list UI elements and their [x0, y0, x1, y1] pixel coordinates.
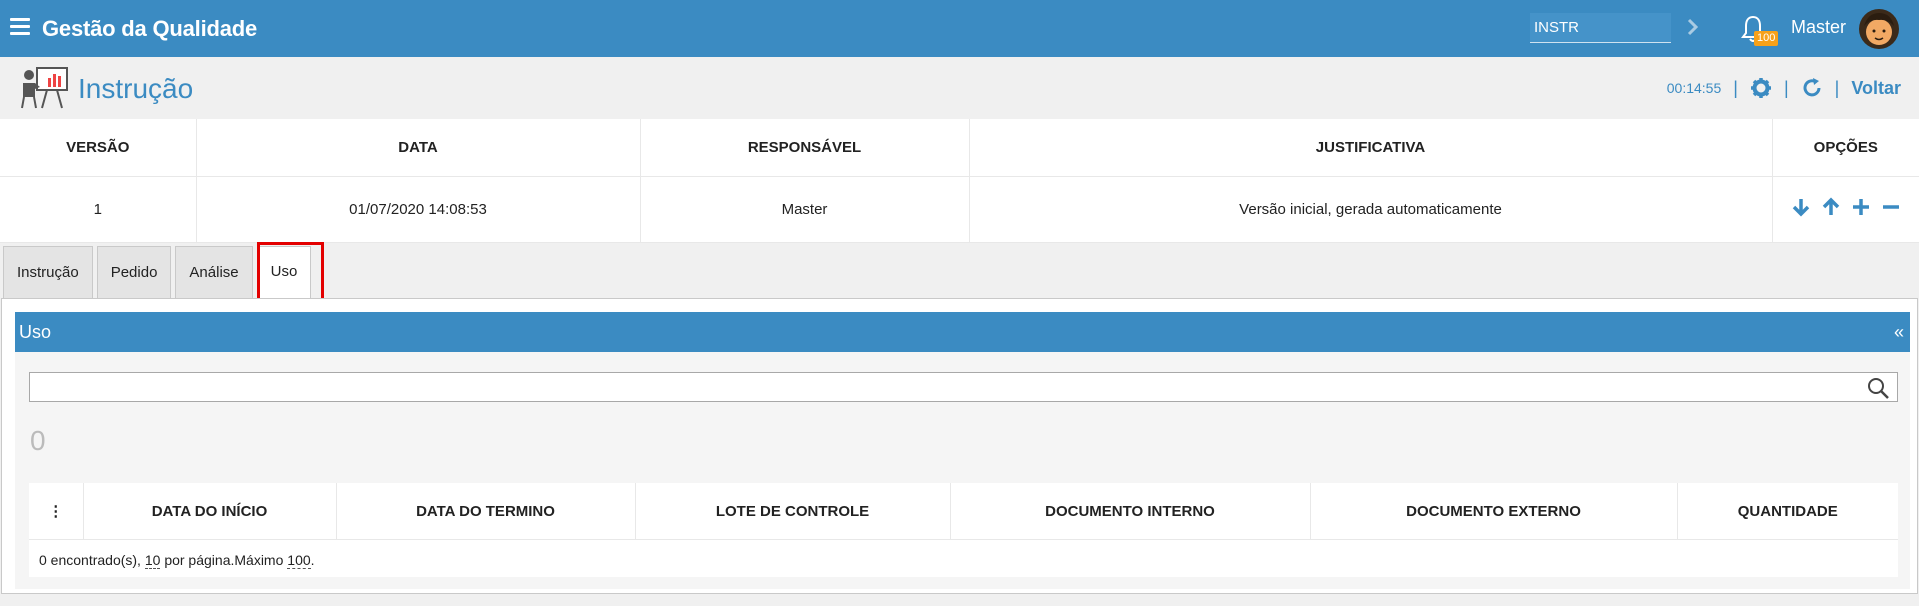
- column-header[interactable]: LOTE DE CONTROLE: [635, 483, 951, 539]
- header-actions: 00:14:55 | | | Voltar: [1667, 77, 1901, 99]
- column-header: VERSÃO: [0, 119, 197, 177]
- table-header-row: VERSÃO DATA RESPONSÁVEL JUSTIFICATIVA OP…: [0, 119, 1919, 177]
- tab-instrucao[interactable]: Instrução: [3, 246, 93, 298]
- user-name[interactable]: Master: [1791, 17, 1846, 38]
- app-title: Gestão da Qualidade: [42, 16, 258, 41]
- filter-input[interactable]: [29, 372, 1898, 402]
- tab-uso[interactable]: Uso: [256, 246, 312, 299]
- refresh-icon[interactable]: [1801, 77, 1823, 99]
- chevron-right-icon[interactable]: [1683, 15, 1703, 39]
- hamburger-menu-icon[interactable]: [10, 18, 30, 35]
- date-cell: 01/07/2020 14:08:53: [196, 176, 641, 243]
- table-row: 1 01/07/2020 14:08:53 Master Versão inic…: [0, 176, 1919, 243]
- top-bar: Gestão da Qualidade 100 Master: [0, 0, 1919, 57]
- result-count: 0: [30, 425, 46, 456]
- notification-count-badge: 100: [1754, 31, 1779, 46]
- column-header: RESPONSÁVEL: [640, 119, 970, 177]
- collapse-button[interactable]: «: [1894, 322, 1904, 343]
- page-title: Instrução: [78, 73, 194, 104]
- module-search-input[interactable]: [1530, 13, 1671, 43]
- per-page-label: por página.: [164, 552, 235, 568]
- justification-cell: Versão inicial, gerada automaticamente: [969, 176, 1773, 243]
- tab-analise[interactable]: Análise: [175, 246, 253, 298]
- minus-icon[interactable]: [1880, 196, 1902, 218]
- responsible-cell: Master: [640, 176, 970, 243]
- panel-header: Uso «: [15, 312, 1910, 352]
- column-header[interactable]: DATA DO TERMINO: [336, 483, 636, 539]
- page-header: Instrução 00:14:55 | | | Voltar: [0, 57, 1919, 119]
- column-header[interactable]: DATA DO INÍCIO: [83, 483, 337, 539]
- panel-body: 0 ⋮ DATA DO INÍCIO DATA DO TERMINO LOTE …: [15, 352, 1910, 589]
- arrow-up-icon[interactable]: [1820, 196, 1842, 218]
- search-icon[interactable]: [1866, 376, 1890, 400]
- column-header: JUSTIFICATIVA: [969, 119, 1773, 177]
- tab-bar: Instrução Pedido Análise Uso: [3, 246, 312, 299]
- max-selector[interactable]: 100: [287, 552, 311, 569]
- column-header[interactable]: DOCUMENTO EXTERNO: [1310, 483, 1678, 539]
- column-header: DATA: [196, 119, 641, 177]
- table-footer: 0 encontrado(s), 10 por página.Máximo 10…: [29, 539, 1898, 577]
- options-cell: [1772, 176, 1919, 243]
- panel-title: Uso: [19, 322, 52, 342]
- avatar[interactable]: [1858, 8, 1900, 50]
- version-cell: 1: [0, 176, 197, 243]
- tab-pedido[interactable]: Pedido: [96, 246, 172, 298]
- usage-table: ⋮ DATA DO INÍCIO DATA DO TERMINO LOTE DE…: [29, 483, 1898, 539]
- gear-icon[interactable]: [1750, 77, 1772, 99]
- per-page-selector[interactable]: 10: [144, 552, 161, 569]
- footer-end: .: [310, 552, 315, 568]
- column-header: OPÇÕES: [1772, 119, 1919, 177]
- back-link[interactable]: Voltar: [1851, 78, 1901, 99]
- table-header-row: ⋮ DATA DO INÍCIO DATA DO TERMINO LOTE DE…: [29, 483, 1898, 539]
- separator: |: [1783, 77, 1789, 98]
- tab-content: Uso « 0 ⋮ DATA DO INÍCIO DATA DO TERMINO…: [1, 298, 1918, 594]
- separator: |: [1834, 77, 1840, 98]
- arrow-down-icon[interactable]: [1790, 196, 1812, 218]
- presentation-icon: [21, 67, 68, 109]
- plus-icon[interactable]: [1850, 196, 1872, 218]
- max-label: Máximo: [234, 552, 284, 568]
- found-count: 0 encontrado(s),: [39, 552, 141, 568]
- column-header[interactable]: DOCUMENTO INTERNO: [950, 483, 1311, 539]
- session-timer: 00:14:55: [1666, 80, 1722, 96]
- row-options-icon[interactable]: ⋮: [29, 483, 84, 539]
- version-table: VERSÃO DATA RESPONSÁVEL JUSTIFICATIVA OP…: [0, 119, 1919, 243]
- separator: |: [1733, 77, 1738, 98]
- column-header[interactable]: QUANTIDADE: [1677, 483, 1898, 539]
